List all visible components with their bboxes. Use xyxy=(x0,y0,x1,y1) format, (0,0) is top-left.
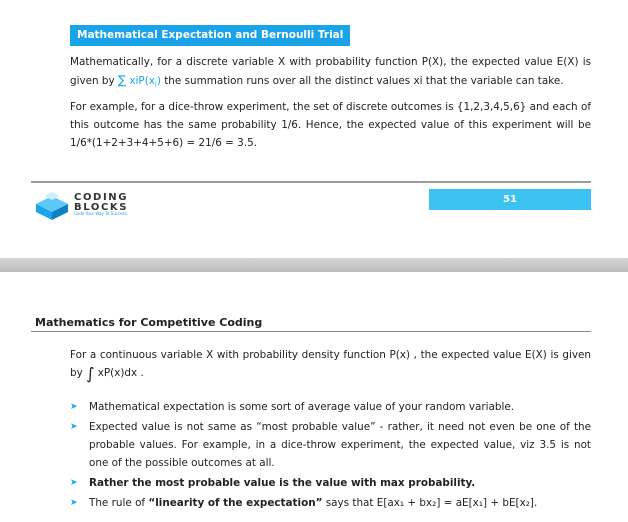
coding-blocks-logo: CODING BLOCKS Code Your Way To Success xyxy=(32,190,142,220)
list-item: ➤ Rather the most probable value is the … xyxy=(70,474,591,492)
expectation-continuous-paragraph: For a continuous variable X with probabi… xyxy=(70,346,591,383)
bullet-list: ➤ Mathematical expectation is some sort … xyxy=(70,398,591,514)
footer-divider xyxy=(31,181,591,183)
list-item: ➤ Expected value is not same as “most pr… xyxy=(70,418,591,472)
expectation-discrete-paragraph: Mathematically, for a discrete variable … xyxy=(70,53,591,94)
cube-logo-icon xyxy=(36,192,68,220)
document-page-top: Mathematical Expectation and Bernoulli T… xyxy=(0,0,628,258)
arrow-bullet-icon: ➤ xyxy=(70,422,78,432)
summation-symbol: ∑ xyxy=(117,73,127,87)
dice-example-paragraph: For example, for a dice-throw experiment… xyxy=(70,101,591,149)
paragraph-text: For a continuous variable X with probabi… xyxy=(70,349,591,379)
header-divider xyxy=(31,331,591,332)
arrow-bullet-icon: ➤ xyxy=(70,478,78,488)
arrow-bullet-icon: ➤ xyxy=(70,402,78,412)
page-number: 51 xyxy=(429,189,591,210)
list-item: ➤ The rule of “linearity of the expectat… xyxy=(70,494,591,512)
page-header-title: Mathematics for Competitive Coding xyxy=(35,316,263,329)
integral-symbol: ∫ xyxy=(86,364,95,383)
paragraph-text: the summation runs over all the distinct… xyxy=(164,75,564,87)
page-separator xyxy=(0,258,628,272)
arrow-bullet-icon: ➤ xyxy=(70,498,78,508)
section-heading: Mathematical Expectation and Bernoulli T… xyxy=(70,25,351,46)
list-item: ➤ Mathematical expectation is some sort … xyxy=(70,398,591,416)
logo-tagline: Code Your Way To Success xyxy=(74,211,127,216)
summation-term: xiP(xi) xyxy=(129,75,161,90)
integrand: xP(x)dx . xyxy=(97,367,144,379)
